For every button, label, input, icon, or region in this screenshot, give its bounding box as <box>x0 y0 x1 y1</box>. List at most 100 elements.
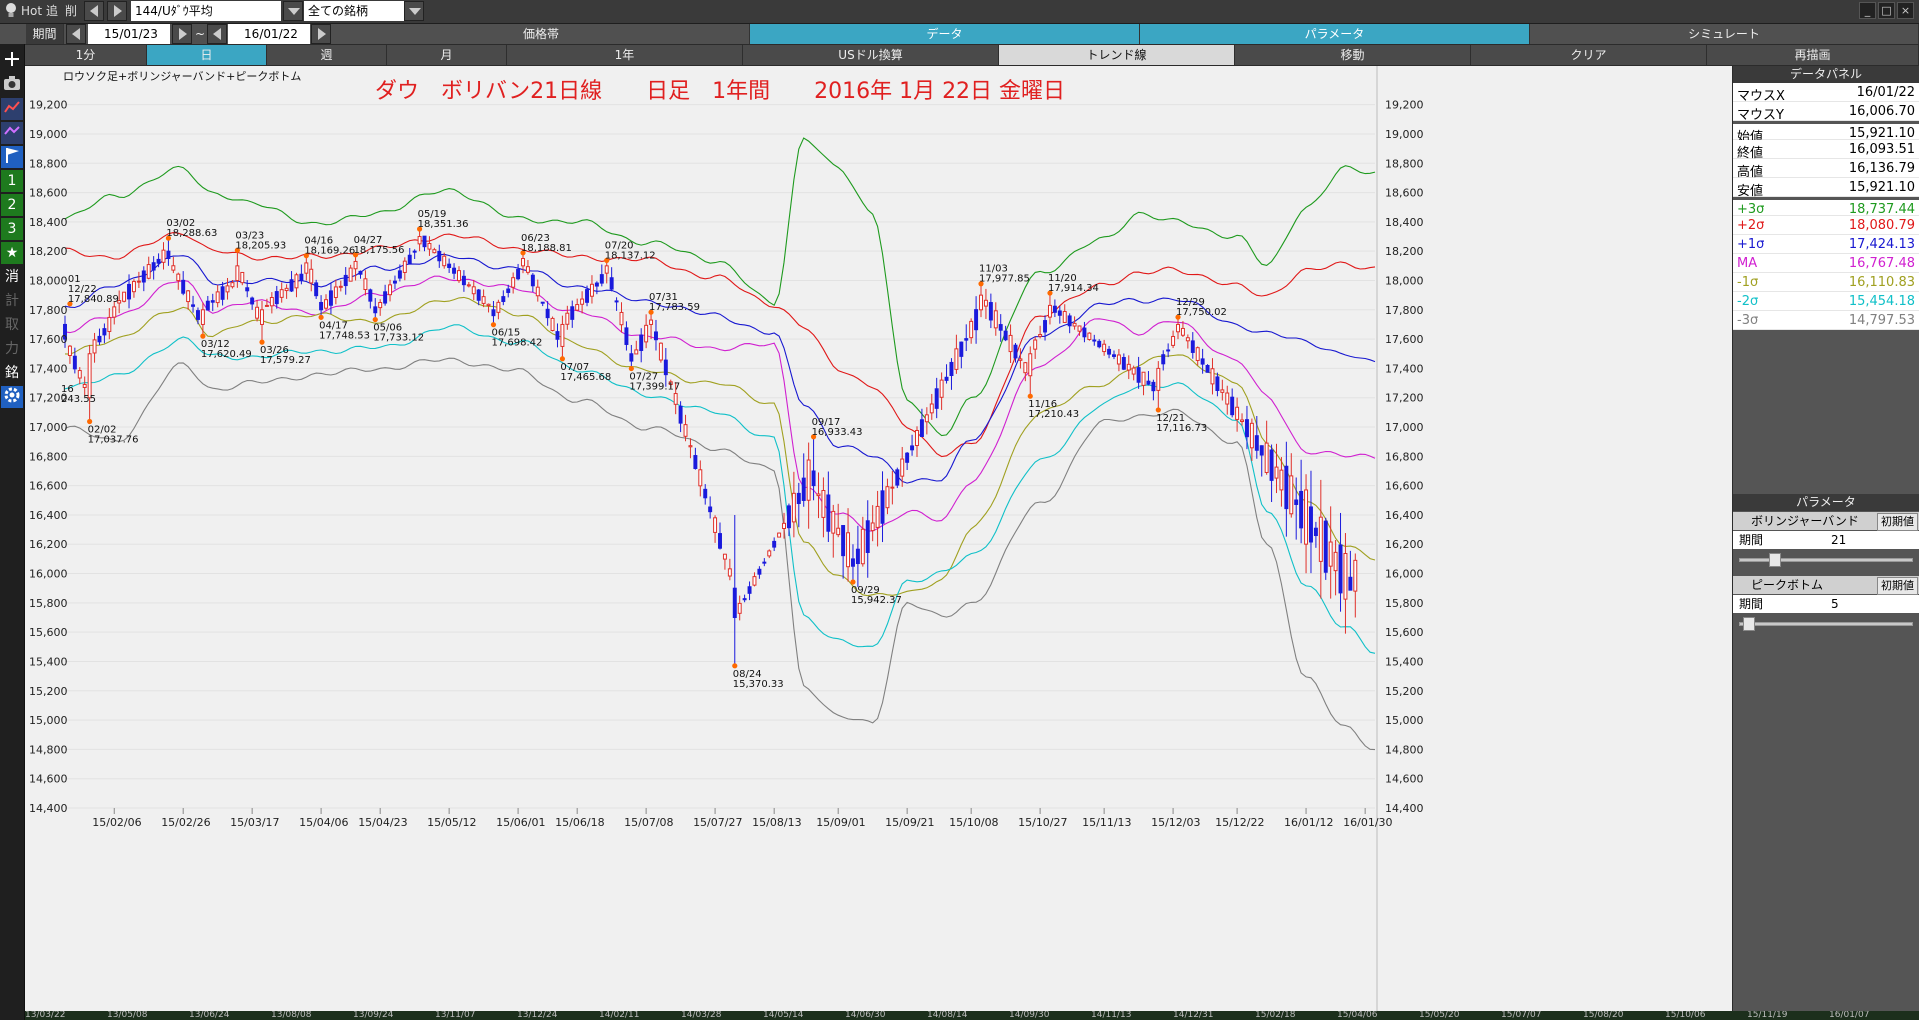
y-tick-label-right: 17,000 <box>1385 421 1424 434</box>
usd-convert-button[interactable]: USドル換算 <box>743 45 999 65</box>
candle-body <box>171 265 176 271</box>
minimize-button[interactable]: _ <box>1859 2 1876 19</box>
candle-body <box>782 522 786 529</box>
data-panel-value: 15,921.10 <box>1848 180 1915 195</box>
pb-section-label: ピークボトム 初期値 <box>1733 576 1919 595</box>
tab-price-range[interactable]: 価格帯 <box>333 24 750 44</box>
period-prev-button[interactable] <box>66 24 86 44</box>
preset-2-button[interactable]: 2 <box>1 194 23 216</box>
candle-body <box>195 310 200 320</box>
y-tick-label-left: 14,800 <box>29 743 68 756</box>
candle-body <box>67 345 72 356</box>
tab-monthly[interactable]: 月 <box>387 45 507 65</box>
tab-daily[interactable]: 日 <box>147 45 267 65</box>
candle-body <box>151 262 156 271</box>
candle-body <box>1141 371 1146 386</box>
stock-button[interactable]: 銘 <box>1 362 23 384</box>
line-chart-icon[interactable] <box>1 98 23 120</box>
move-button[interactable]: 移動 <box>1235 45 1471 65</box>
candle-body <box>102 328 107 336</box>
bulb-icon[interactable] <box>4 0 18 23</box>
candle-body <box>629 353 634 362</box>
bb-period-slider[interactable] <box>1739 553 1913 567</box>
peak-marker <box>850 579 856 585</box>
candle-body <box>200 309 205 325</box>
trade-button[interactable]: 取 <box>1 314 23 336</box>
tab-simulate[interactable]: シミュレート <box>1530 24 1919 44</box>
period-end-next-button[interactable] <box>311 24 331 44</box>
filter-dropdown-button[interactable] <box>404 1 424 21</box>
hot-button[interactable]: Hot <box>21 0 42 23</box>
add-button[interactable]: 追 <box>46 0 58 23</box>
sign-button[interactable]: 計 <box>1 290 23 312</box>
candle-body <box>112 306 117 318</box>
candle-body <box>585 289 590 303</box>
tab-1year[interactable]: 1年 <box>507 45 743 65</box>
y-tick-label-left: 15,200 <box>29 685 68 698</box>
y-tick-label-right: 15,000 <box>1385 714 1424 727</box>
maximize-button[interactable]: □ <box>1878 2 1895 19</box>
tab-data[interactable]: データ <box>750 24 1140 44</box>
y-tick-label-left: 14,600 <box>29 773 68 786</box>
y-tick-label-right: 19,200 <box>1385 99 1424 112</box>
bb-reset-button[interactable]: 初期値 <box>1877 513 1918 531</box>
candle-body <box>299 273 304 281</box>
history-date-label: 15/08/20 <box>1583 1011 1624 1020</box>
tab-1min[interactable]: 1分 <box>25 45 147 65</box>
close-button[interactable]: × <box>1897 2 1914 19</box>
trendline-button[interactable]: トレンド線 <box>999 45 1235 65</box>
candle-body <box>964 338 969 341</box>
force-button[interactable]: 力 <box>1 338 23 360</box>
period-start-field[interactable]: 15/01/23 <box>88 24 170 44</box>
symbol-dropdown-button[interactable] <box>283 1 303 21</box>
pb-period-value[interactable]: 5 <box>1831 595 1839 613</box>
tab-weekly[interactable]: 週 <box>267 45 387 65</box>
camera-icon[interactable] <box>1 74 23 96</box>
bollinger-chart[interactable]: 01 12/22 17,840.8902/02 17,037.7603/02 18,28… <box>25 66 1732 1020</box>
prev-symbol-button[interactable] <box>84 1 104 21</box>
candle-body <box>747 586 752 594</box>
candle-body <box>850 558 855 567</box>
x-tick-label: 15/02/26 <box>161 816 210 829</box>
bb-slider-knob[interactable] <box>1768 553 1781 567</box>
peak-marker <box>318 314 324 320</box>
next-symbol-button[interactable] <box>107 1 127 21</box>
history-scrollbar[interactable]: 13/03/22 13/05/08 13/06/24 13/08/08 13/09/24… <box>25 1011 1919 1020</box>
bb-period-value[interactable]: 21 <box>1831 531 1846 549</box>
pb-reset-button[interactable]: 初期値 <box>1877 577 1918 595</box>
period-start-next-button[interactable] <box>172 24 192 44</box>
erase-button[interactable]: 消 <box>1 266 23 288</box>
flag-icon[interactable] <box>1 146 23 168</box>
candle-body <box>87 353 92 399</box>
candle-body <box>476 289 481 301</box>
star-icon[interactable]: ★ <box>1 242 23 264</box>
period-end-field[interactable]: 16/01/22 <box>228 24 310 44</box>
preset-1-button[interactable]: 1 <box>1 170 23 192</box>
candle-body <box>388 284 393 296</box>
candle-body <box>417 236 422 245</box>
candle-body <box>131 281 136 293</box>
filter-field[interactable]: 全ての銘柄 <box>304 1 404 21</box>
symbol-field[interactable]: 144/Uﾀﾞｳ平均 <box>131 1 281 21</box>
pb-slider-knob[interactable] <box>1743 617 1756 631</box>
candle-body <box>205 300 210 311</box>
clear-button[interactable]: クリア <box>1471 45 1707 65</box>
redraw-button[interactable]: 再描画 <box>1707 45 1919 65</box>
candle-body <box>816 493 821 497</box>
y-tick-label-left: 17,200 <box>29 392 68 405</box>
gear-icon[interactable] <box>1 386 23 408</box>
preset-3-button[interactable]: 3 <box>1 218 23 240</box>
candle-body <box>649 319 654 325</box>
candle-body <box>260 309 264 325</box>
plus-icon[interactable] <box>1 50 23 72</box>
indicator-chart-icon[interactable] <box>1 122 23 144</box>
tab-parameter[interactable]: パラメータ <box>1140 24 1530 44</box>
delete-button[interactable]: 削 <box>65 0 77 23</box>
chart-area[interactable]: 01 12/22 17,840.89 02/02 17,037.76 03/02 18,28… <box>25 66 1732 1020</box>
candle-body <box>220 286 225 300</box>
y-tick-label-left: 16,800 <box>29 450 68 463</box>
data-panel-value: 18,737.44 <box>1848 202 1915 217</box>
pb-period-slider[interactable] <box>1739 617 1913 631</box>
candle-body <box>1180 327 1185 336</box>
period-end-prev-button[interactable] <box>207 24 227 44</box>
